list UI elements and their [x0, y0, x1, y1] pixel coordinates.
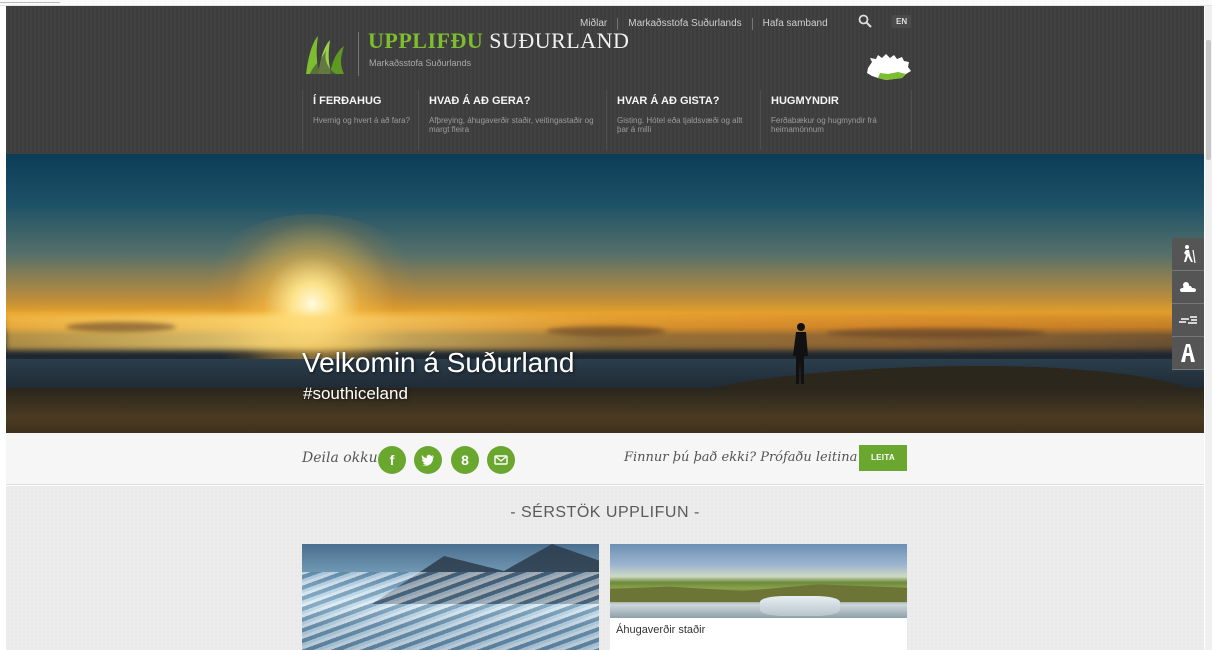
twitter-icon[interactable]	[414, 446, 442, 474]
card-caption[interactable]: Áhugaverðir staðir	[616, 624, 705, 636]
email-icon[interactable]	[487, 446, 515, 474]
nav-item-desc: Hvernig og hvert á að fara?	[313, 116, 410, 125]
nav-item-title: HVAR Á AÐ GISTA?	[617, 95, 720, 107]
site-subtitle: Markaðsstofa Suðurlands	[369, 58, 472, 68]
card-image-waterfall	[760, 596, 840, 616]
top-links: Miðlar Markaðsstofa Suðurlands Hafa samb…	[570, 14, 838, 34]
logo-icon[interactable]	[302, 30, 350, 78]
site-title-green: UPPLIFÐU	[368, 28, 484, 53]
weather-icon[interactable]	[1172, 271, 1204, 304]
search-icon[interactable]	[856, 14, 874, 32]
hero-title: Velkomin á Suðurland	[302, 347, 575, 378]
wind-icon[interactable]	[1172, 304, 1204, 337]
cloud	[826, 328, 1046, 338]
nav-item-hvad-a-ad-gera[interactable]: HVAÐ Á AÐ GERA? Afþreying, áhugaverðir s…	[418, 90, 606, 150]
search-hint: Finnur þú það ekki? Prófaðu leitina :)	[624, 450, 871, 465]
featured-card-places[interactable]: Áhugaverðir staðir	[610, 544, 907, 650]
search-button[interactable]: LEITA	[859, 445, 907, 471]
top-link-midlar[interactable]: Miðlar	[570, 18, 619, 30]
nav-item-desc: Gisting. Hótel eða tjaldsvæði og allt þa…	[617, 116, 743, 134]
top-link-markadsstofa[interactable]: Markaðsstofa Suðurlands	[618, 18, 753, 30]
featured-card-glacier[interactable]	[302, 544, 599, 650]
main-navigation: Í FERÐAHUG Hvernig og hvert á að fara? H…	[302, 90, 912, 150]
nav-item-desc: Ferðabækur og hugmyndir frá heimamönnum	[771, 116, 877, 134]
share-bar: Deila okkur f 8 Finnur þú það ekki? Próf…	[6, 433, 1204, 485]
language-button[interactable]: EN	[892, 15, 912, 28]
nav-item-hvar-a-ad-gista[interactable]: HVAR Á AÐ GISTA? Gisting. Hótel eða tjal…	[606, 90, 760, 150]
nav-item-hugmyndir[interactable]: HUGMYNDIR Ferðabækur og hugmyndir frá he…	[760, 90, 912, 150]
card-image	[610, 544, 907, 618]
side-toolbar	[1172, 238, 1204, 370]
featured-section: - SÉRSTÖK UPPLIFUN - Áhugaverðir staðir	[6, 486, 1204, 650]
page: UPPLIFÐU SUÐURLAND Markaðsstofa Suðurlan…	[0, 0, 1212, 650]
person-silhouette	[793, 323, 808, 384]
road-icon[interactable]	[1172, 337, 1204, 370]
nav-item-ferdahug[interactable]: Í FERÐAHUG Hvernig og hvert á að fara?	[302, 90, 418, 150]
hiking-icon[interactable]	[1172, 238, 1204, 271]
nav-item-title: HVAÐ Á AÐ GERA?	[429, 95, 531, 107]
scrollbar-thumb[interactable]	[1206, 40, 1211, 160]
top-link-hafa-samband[interactable]: Hafa samband	[753, 18, 838, 30]
cloud	[66, 322, 176, 332]
ground	[6, 388, 1204, 433]
nav-item-title: HUGMYNDIR	[771, 95, 839, 107]
facebook-icon[interactable]: f	[378, 446, 406, 474]
hero-hashtag: #southiceland	[303, 384, 408, 403]
nav-item-desc: Afþreying, áhugaverðir staðir, veitingas…	[429, 116, 594, 134]
cloud	[546, 326, 666, 336]
section-title: - SÉRSTÖK UPPLIFUN -	[510, 504, 700, 521]
googleplus-icon[interactable]: 8	[451, 446, 479, 474]
nav-item-title: Í FERÐAHUG	[313, 95, 382, 107]
iceland-map-icon[interactable]	[864, 52, 912, 82]
logo-divider	[358, 32, 359, 76]
site-header: UPPLIFÐU SUÐURLAND Markaðsstofa Suðurlan…	[6, 6, 1204, 159]
hero-banner: Velkomin á Suðurland #southiceland	[6, 154, 1204, 433]
card-image-glacier	[302, 572, 599, 650]
share-label: Deila okkur	[302, 450, 385, 466]
